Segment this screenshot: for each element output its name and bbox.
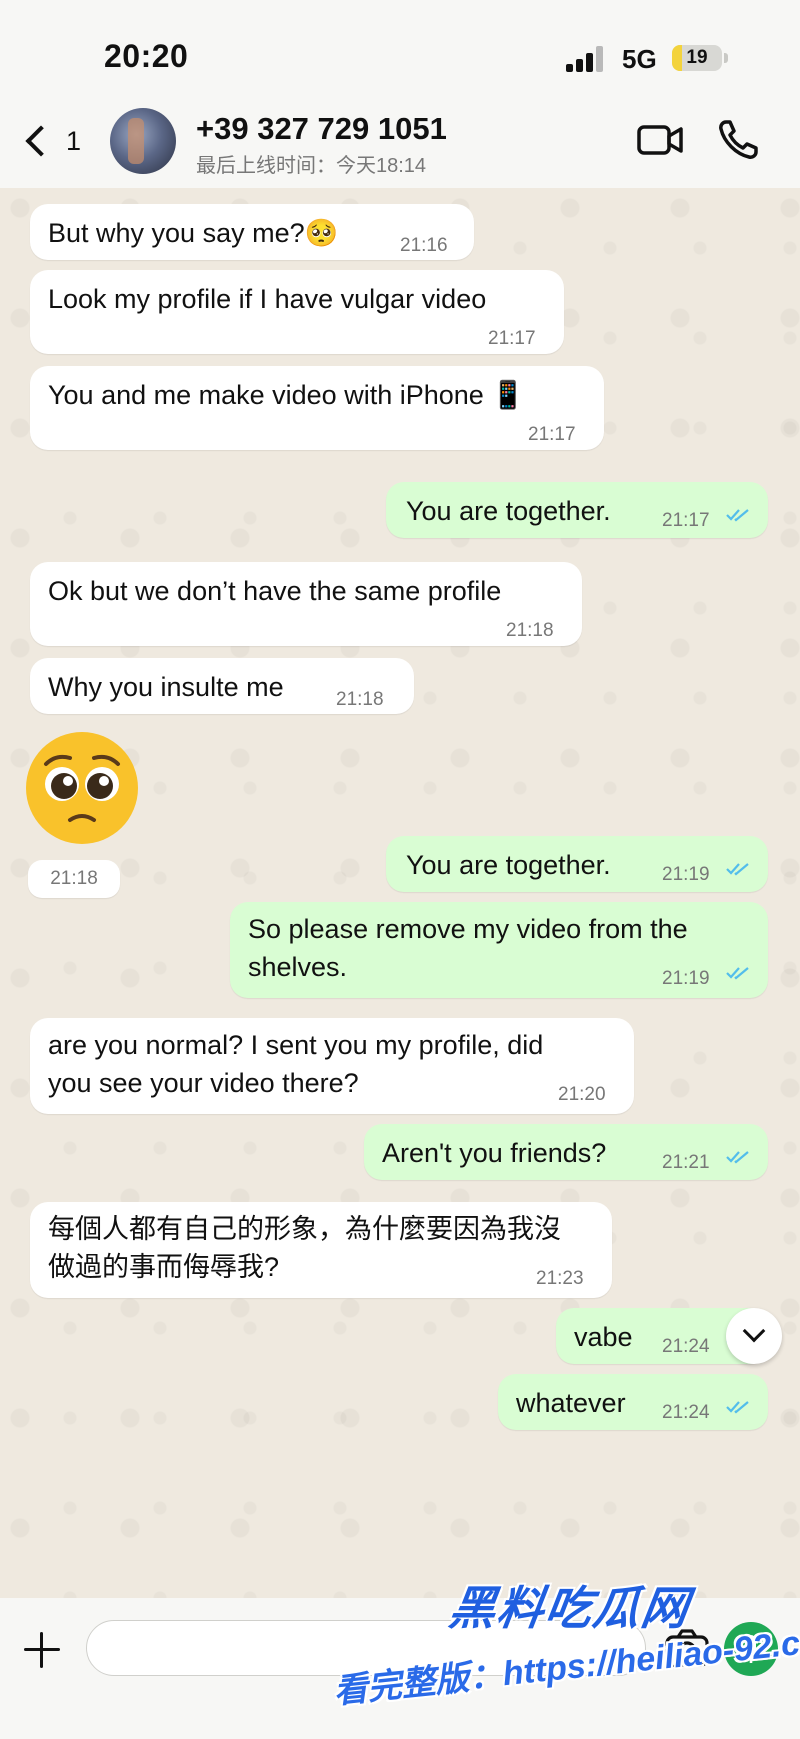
back-chevron-icon <box>25 125 57 157</box>
incoming-message[interactable]: Ok but we don’t have the same profile 21… <box>30 562 582 646</box>
message-time: 21:21 <box>662 1152 710 1173</box>
incoming-message[interactable]: 每個人都有自己的形象，為什麼要因為我沒 做過的事而侮辱我? 21:23 <box>30 1202 612 1298</box>
signal-icon <box>566 46 610 72</box>
message-time: 21:19 <box>662 864 710 885</box>
incoming-message[interactable]: Why you insulte me 21:18 <box>30 658 414 714</box>
network-type: 5G <box>622 44 657 74</box>
watermark-logo: 黑料吃瓜网 <box>445 1582 694 1634</box>
incoming-message[interactable]: are you normal? I sent you my profile, d… <box>30 1018 634 1114</box>
message-text-line1: 每個人都有自己的形象，為什麼要因為我沒 <box>48 1214 561 1244</box>
message-text-line2: 做過的事而侮辱我? <box>48 1252 280 1282</box>
message-time: 21:18 <box>336 689 384 710</box>
message-time: 21:18 <box>28 860 120 898</box>
outgoing-message[interactable]: You are together. 21:17 <box>386 482 768 538</box>
battery-level: 19 <box>686 47 708 68</box>
back-button[interactable]: 1 <box>20 116 86 166</box>
message-time: 21:23 <box>536 1268 584 1289</box>
read-receipt-icon <box>726 1401 749 1414</box>
battery-nub <box>724 53 728 63</box>
pleading-face-emoji[interactable] <box>22 728 142 848</box>
chat-messages-area[interactable]: But why you say me?🥺 21:16 Look my profi… <box>0 188 800 1598</box>
incoming-message[interactable]: But why you say me?🥺 21:16 <box>30 204 474 260</box>
message-time: 21:17 <box>662 510 710 531</box>
read-receipt-icon <box>726 967 749 980</box>
message-text-line1: are you normal? I sent you my profile, d… <box>48 1030 544 1060</box>
message-text: You are together. <box>406 496 611 526</box>
message-text: Why you insulte me <box>48 672 284 702</box>
contact-name[interactable]: +39 327 729 1051 <box>196 111 447 147</box>
battery-icon: 19 <box>672 45 722 71</box>
avatar[interactable] <box>110 108 176 174</box>
video-camera-icon[interactable] <box>636 122 684 158</box>
plus-icon[interactable] <box>22 1630 62 1670</box>
message-text-line2: shelves. <box>248 952 348 982</box>
chevron-down-icon <box>742 1319 766 1343</box>
chat-header: 1 +39 327 729 1051 最后上线时间：今天18:14 <box>0 96 800 188</box>
last-seen-status: 最后上线时间：今天18:14 <box>196 155 427 177</box>
message-text: You are together. <box>406 850 611 880</box>
message-time: 21:20 <box>558 1084 606 1105</box>
outgoing-message[interactable]: So please remove my video from the shelv… <box>230 902 768 998</box>
message-time: 21:17 <box>488 328 536 349</box>
phone-icon[interactable] <box>716 118 760 162</box>
message-time: 21:16 <box>400 235 448 256</box>
message-text: Ok but we don’t have the same profile <box>48 576 502 606</box>
message-text: Look my profile if I have vulgar video <box>48 284 487 314</box>
message-text: vabe <box>574 1322 633 1352</box>
read-receipt-icon <box>726 1151 749 1164</box>
incoming-message[interactable]: Look my profile if I have vulgar video 2… <box>30 270 564 354</box>
message-text-line1: So please remove my video from the <box>248 914 688 944</box>
message-time: 21:24 <box>662 1402 710 1423</box>
message-time: 21:19 <box>662 968 710 989</box>
incoming-message[interactable]: You and me make video with iPhone 📱 21:1… <box>30 366 604 450</box>
read-receipt-icon <box>726 863 749 876</box>
message-time: 21:17 <box>528 424 576 445</box>
unread-count: 1 <box>66 125 82 156</box>
outgoing-message[interactable]: whatever 21:24 <box>498 1374 768 1430</box>
status-time: 20:20 <box>104 38 189 74</box>
message-text: whatever <box>516 1388 626 1418</box>
outgoing-message[interactable]: You are together. 21:19 <box>386 836 768 892</box>
message-text-line2: you see your video there? <box>48 1068 359 1098</box>
message-text: Aren't you friends? <box>382 1138 607 1168</box>
message-text: But why you say me?🥺 <box>48 218 339 248</box>
read-receipt-icon <box>726 509 749 522</box>
scroll-to-bottom-button[interactable] <box>726 1308 782 1364</box>
message-time: 21:24 <box>662 1336 710 1357</box>
message-time: 21:18 <box>506 620 554 641</box>
message-text: You and me make video with iPhone 📱 <box>48 380 525 410</box>
outgoing-message[interactable]: Aren't you friends? 21:21 <box>364 1124 768 1180</box>
